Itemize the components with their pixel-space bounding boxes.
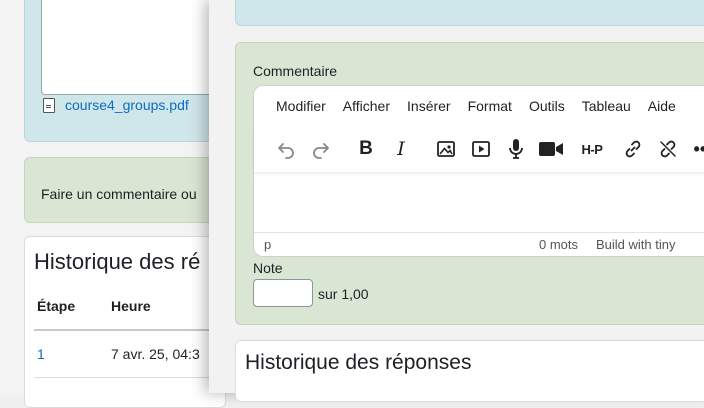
panel-top-card [235,0,704,26]
comment-label: Commentaire [253,63,338,79]
history-title: Historique des ré [34,249,201,274]
column-header-step: Étape [37,298,76,314]
response-textarea[interactable] [41,0,223,95]
undo-icon[interactable] [272,135,300,163]
menu-inserer[interactable]: Insérer [407,98,451,114]
redo-icon[interactable] [307,135,335,163]
video-camera-icon[interactable] [537,135,565,163]
word-count[interactable]: 0 mots [539,237,578,252]
step-time: 7 avr. 25, 04:3 [111,346,200,362]
attachment-link-row: course4_groups.pdf [43,97,189,113]
grading-panel: Commentaire Modifier Afficher Insérer Fo… [209,0,704,402]
more-icon[interactable]: ••• [689,135,704,163]
comment-prompt-card: Faire un commentaire ou [24,157,226,223]
comment-prompt-link[interactable]: Faire un commentaire ou [41,186,197,202]
bold-icon[interactable]: B [352,135,380,163]
note-max: sur 1,00 [318,286,369,302]
attachment-link[interactable]: course4_groups.pdf [65,97,189,113]
panel-history-title: Historique des réponses [245,351,472,374]
response-history-card: Historique des ré Étape Heure 1 7 avr. 2… [24,236,226,408]
history-table: Étape Heure 1 7 avr. 25, 04:3 [34,283,224,378]
response-file-card: course4_groups.pdf [24,0,226,142]
editor-content-area[interactable] [254,172,704,232]
step-link[interactable]: 1 [37,346,45,362]
editor-toolbar: B I H-P • [254,126,704,172]
microphone-icon[interactable] [502,135,530,163]
menu-outils[interactable]: Outils [529,98,565,114]
editor-statusbar: p 0 mots Build with tiny [254,232,704,257]
h5p-icon[interactable]: H-P [572,135,612,163]
rich-text-editor: Modifier Afficher Insérer Format Outils … [253,85,704,257]
editor-branding[interactable]: Build with tiny [596,237,675,252]
element-path[interactable]: p [264,237,271,252]
background-page: course4_groups.pdf Faire un commentaire … [0,0,230,408]
menu-afficher[interactable]: Afficher [343,98,390,114]
unlink-icon[interactable] [654,135,682,163]
menu-modifier[interactable]: Modifier [276,98,326,114]
comment-card: Commentaire Modifier Afficher Insérer Fo… [235,42,704,325]
pdf-file-icon [43,97,55,113]
menu-tableau[interactable]: Tableau [582,98,631,114]
image-icon[interactable] [432,135,460,163]
note-input[interactable] [253,279,313,307]
link-icon[interactable] [619,135,647,163]
table-row: 1 7 avr. 25, 04:3 [34,331,224,378]
media-icon[interactable] [467,135,495,163]
menu-format[interactable]: Format [468,98,512,114]
menu-aide[interactable]: Aide [648,98,676,114]
table-header-row: Étape Heure [34,283,224,331]
note-label: Note [253,260,283,276]
editor-menubar: Modifier Afficher Insérer Format Outils … [254,86,693,126]
column-header-time: Heure [111,298,151,314]
italic-icon[interactable]: I [387,135,415,163]
